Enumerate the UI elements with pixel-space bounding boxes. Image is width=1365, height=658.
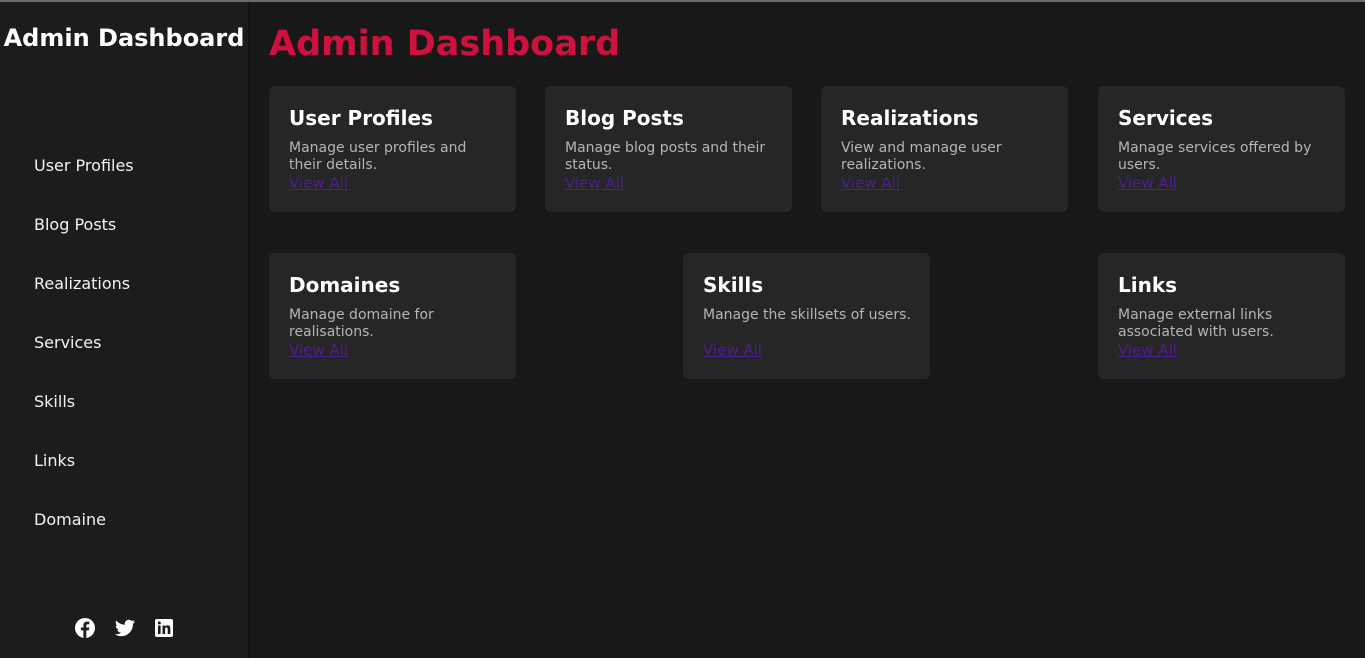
page-title: Admin Dashboard: [269, 24, 621, 64]
card-description: View and manage user realizations.: [841, 140, 1002, 173]
card-description: Manage blog posts and their status.: [565, 140, 766, 173]
card-title: Blog Posts: [565, 106, 684, 130]
sidebar-item-domaine[interactable]: Domaine: [34, 510, 106, 530]
card-title: Skills: [703, 273, 764, 297]
sidebar-item-skills[interactable]: Skills: [34, 392, 75, 412]
card-links: Links Manage external links associated w…: [1098, 253, 1345, 379]
card-title: Services: [1118, 106, 1214, 130]
sidebar-item-realizations[interactable]: Realizations: [34, 274, 130, 294]
card-user-profiles: User Profiles Manage user profiles and t…: [269, 86, 516, 212]
sidebar-item-user-profiles[interactable]: User Profiles: [34, 156, 134, 176]
twitter-icon[interactable]: [114, 617, 136, 639]
sidebar-title: Admin Dashboard: [3, 24, 245, 52]
card-description: Manage domaine for realisations.: [289, 307, 434, 340]
view-all-link[interactable]: View All: [703, 341, 762, 359]
card-blog-posts: Blog Posts Manage blog posts and their s…: [545, 86, 792, 212]
card-realizations: Realizations View and manage user realiz…: [821, 86, 1068, 212]
facebook-icon[interactable]: [74, 617, 96, 639]
card-title: Links: [1118, 273, 1178, 297]
card-description: Manage services offered by users.: [1118, 140, 1312, 173]
card-description: Manage external links associated with us…: [1118, 307, 1274, 340]
card-title: User Profiles: [289, 106, 433, 130]
linkedin-icon[interactable]: [153, 617, 175, 639]
sidebar-item-blog-posts[interactable]: Blog Posts: [34, 215, 116, 235]
card-description: Manage user profiles and their details.: [289, 140, 467, 173]
sidebar-item-services[interactable]: Services: [34, 333, 101, 353]
view-all-link[interactable]: View All: [289, 341, 348, 359]
sidebar-item-links[interactable]: Links: [34, 451, 75, 471]
view-all-link[interactable]: View All: [841, 174, 900, 192]
view-all-link[interactable]: View All: [1118, 174, 1177, 192]
sidebar: Admin Dashboard User Profiles Blog Posts…: [0, 2, 250, 658]
view-all-link[interactable]: View All: [565, 174, 624, 192]
card-title: Realizations: [841, 106, 979, 130]
view-all-link[interactable]: View All: [1118, 341, 1177, 359]
card-services: Services Manage services offered by user…: [1098, 86, 1345, 212]
card-description: Manage the skillsets of users.: [703, 307, 911, 323]
card-skills: Skills Manage the skillsets of users. Vi…: [683, 253, 930, 379]
card-title: Domaines: [289, 273, 401, 297]
view-all-link[interactable]: View All: [289, 174, 348, 192]
card-domaines: Domaines Manage domaine for realisations…: [269, 253, 516, 379]
